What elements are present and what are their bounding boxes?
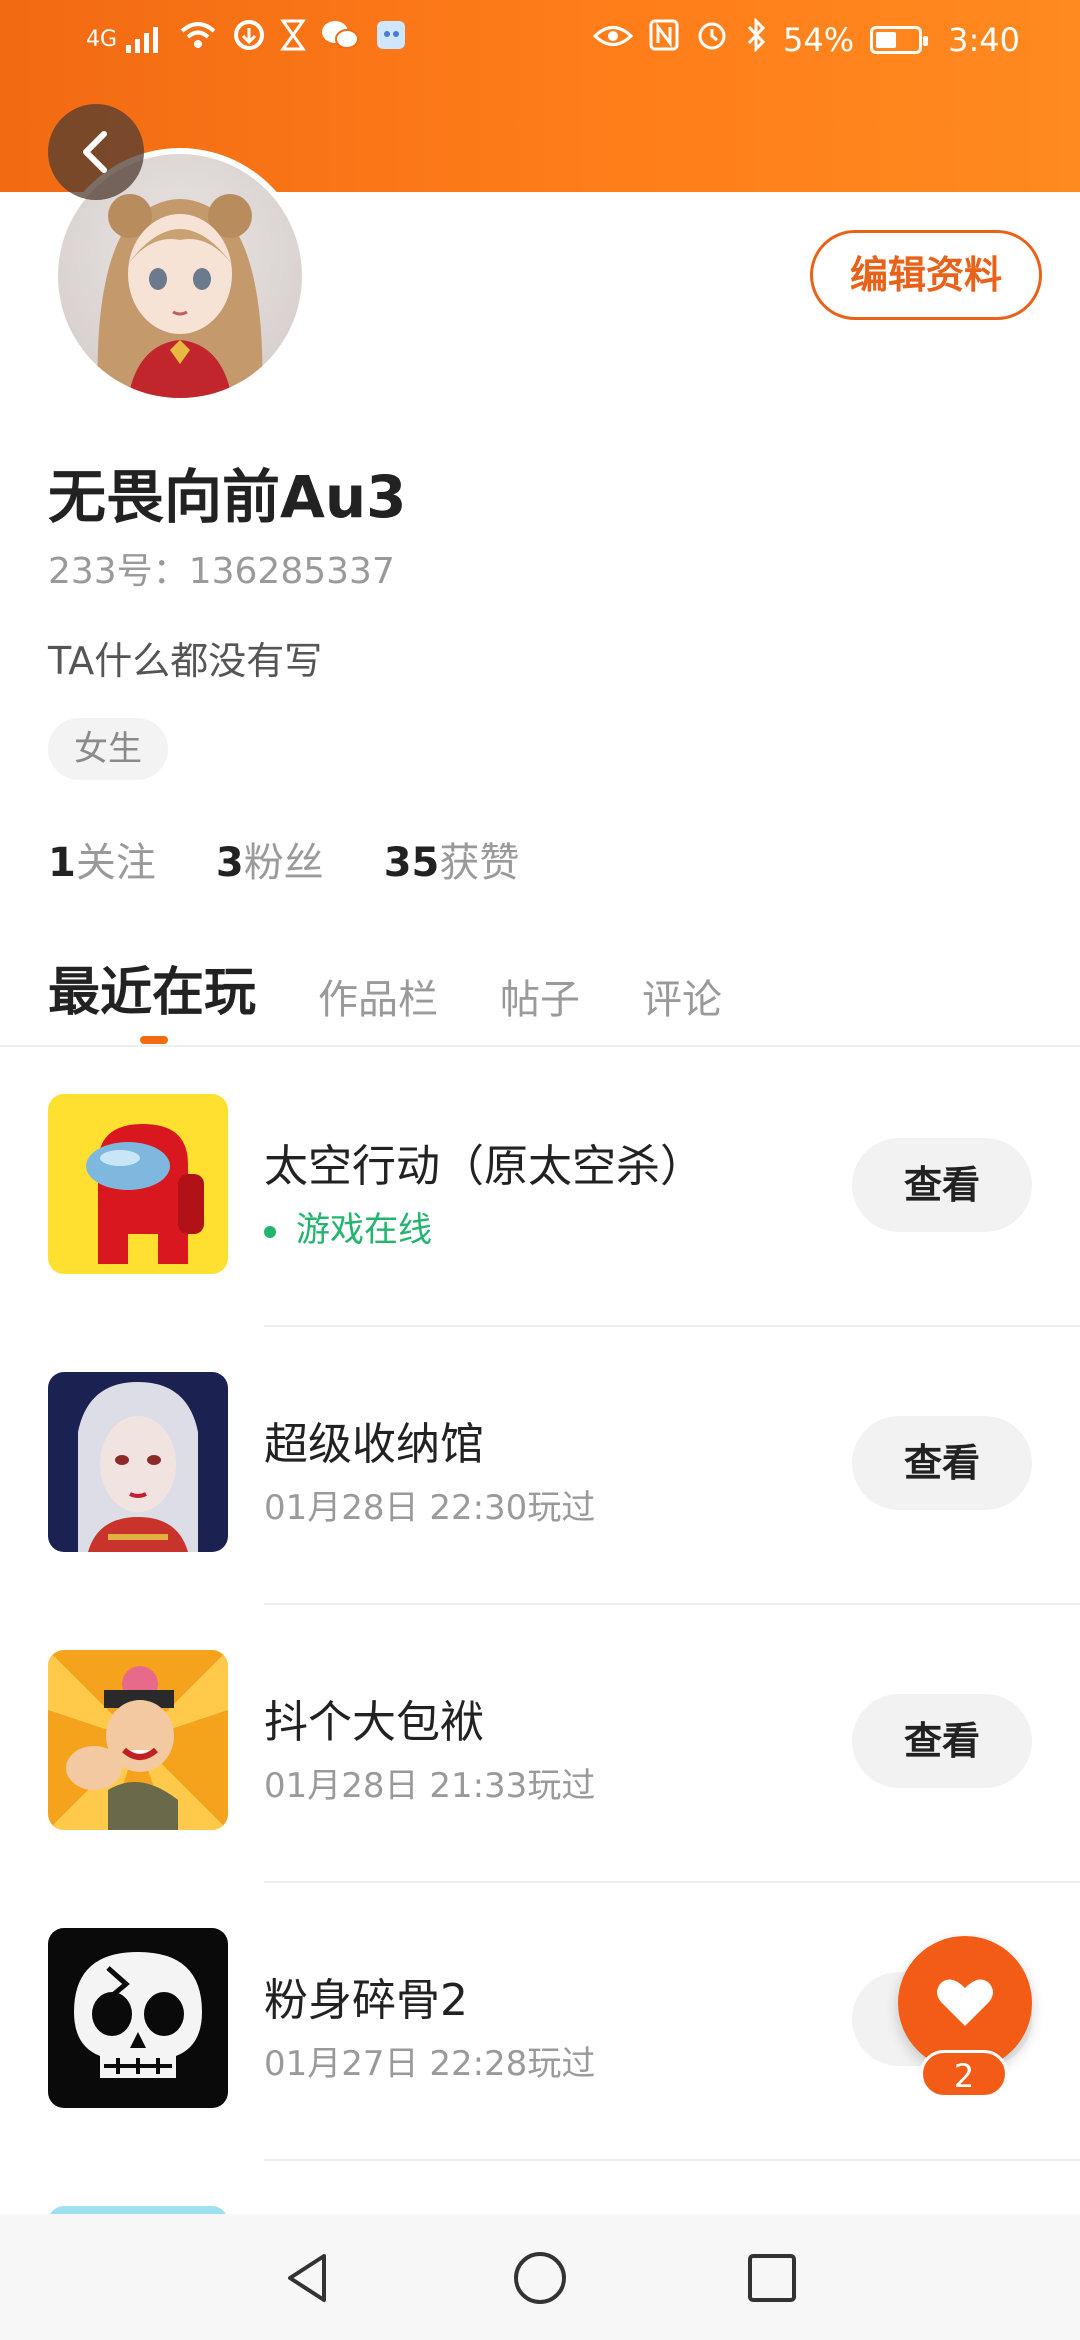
row-divider	[264, 2159, 1080, 2161]
bio: TA什么都没有写	[48, 639, 323, 683]
view-button[interactable]: 查看	[852, 1694, 1032, 1788]
user-id: 233号：136285337	[48, 551, 395, 592]
row-divider	[264, 1603, 1080, 1605]
likes-label: 获赞	[439, 840, 520, 886]
eye-comfort-icon	[592, 20, 634, 60]
followers-label: 粉丝	[243, 840, 324, 886]
game-title: 超级收纳馆	[264, 1419, 484, 1470]
game-status: 游戏在线	[264, 1202, 432, 1251]
tab-posts[interactable]: 帖子	[500, 967, 580, 1025]
followers-stat[interactable]: 3粉丝	[216, 830, 324, 888]
app-notification-icon	[374, 18, 408, 61]
network-type: 4G	[86, 26, 118, 52]
data-saver-icon	[232, 18, 266, 61]
tabs-divider	[0, 1045, 1080, 1047]
back-button[interactable]	[48, 104, 144, 200]
list-item[interactable]: 超级收纳馆 01月28日 22:30玩过 查看	[0, 1372, 1080, 1650]
following-count: 1	[48, 840, 76, 886]
battery-percent: 54%	[783, 20, 855, 59]
list-item[interactable]: 抖个大包袱 01月28日 21:33玩过 查看	[0, 1650, 1080, 1928]
active-tab-indicator	[140, 1036, 168, 1044]
profile-stats: 1关注 3粉丝 35获赞	[48, 830, 519, 888]
clock: 3:40	[948, 20, 1020, 59]
hourglass-icon	[280, 18, 306, 61]
row-divider	[264, 1325, 1080, 1327]
wifi-icon	[178, 19, 218, 60]
profile-tabs: 最近在玩 作品栏 帖子 评论	[48, 950, 722, 1025]
chevron-left-icon	[83, 131, 107, 173]
bluetooth-icon	[745, 17, 767, 61]
username: 无畏向前Au3	[48, 463, 407, 531]
heart-icon	[937, 1979, 993, 2026]
followers-count: 3	[215, 840, 244, 886]
view-button[interactable]: 查看	[852, 1138, 1032, 1232]
alarm-icon	[695, 18, 729, 61]
nav-back-icon[interactable]	[278, 2248, 338, 2308]
wechat-icon	[320, 18, 360, 61]
nav-home-icon[interactable]	[510, 2248, 570, 2308]
game-icon-skull	[48, 1928, 228, 2108]
gender-tag: 女生	[48, 718, 168, 780]
following-stat[interactable]: 1关注	[48, 830, 156, 888]
game-icon-bag	[48, 1650, 228, 1830]
list-item[interactable]: 太空行动（原太空杀） 游戏在线 查看	[0, 1094, 1080, 1372]
system-navigation-bar	[0, 2214, 1080, 2340]
row-divider	[264, 1881, 1080, 1883]
view-button[interactable]: 查看	[852, 1416, 1032, 1510]
tab-works[interactable]: 作品栏	[318, 967, 438, 1025]
game-title: 太空行动（原太空杀）	[264, 1141, 704, 1192]
game-status-text: 游戏在线	[296, 1210, 432, 1250]
favorites-count-badge: 2	[920, 2050, 1008, 2098]
likes-stat[interactable]: 35获赞	[384, 830, 520, 888]
cellular-signal-icon: 4G	[86, 20, 164, 60]
game-icon-space-action	[48, 1094, 228, 1274]
game-icon-storage	[48, 1372, 228, 1552]
game-title: 粉身碎骨2	[264, 1975, 468, 2026]
nav-recents-icon[interactable]	[742, 2248, 802, 2308]
game-last-played: 01月28日 21:33玩过	[264, 1766, 596, 1806]
status-bar: 4G 54% 3:40	[0, 0, 1080, 80]
game-last-played: 01月27日 22:28玩过	[264, 2044, 596, 2084]
online-indicator-icon	[264, 1225, 276, 1238]
tab-comments[interactable]: 评论	[642, 967, 722, 1025]
following-label: 关注	[75, 840, 156, 886]
likes-count: 35	[383, 840, 440, 886]
tab-recently-played[interactable]: 最近在玩	[48, 950, 256, 1025]
edit-profile-button[interactable]: 编辑资料	[810, 230, 1042, 320]
battery-level-fill	[876, 31, 896, 48]
battery-icon	[870, 25, 929, 54]
game-last-played: 01月28日 22:30玩过	[264, 1488, 596, 1528]
nfc-icon	[649, 19, 679, 60]
game-title: 抖个大包袱	[264, 1697, 484, 1748]
